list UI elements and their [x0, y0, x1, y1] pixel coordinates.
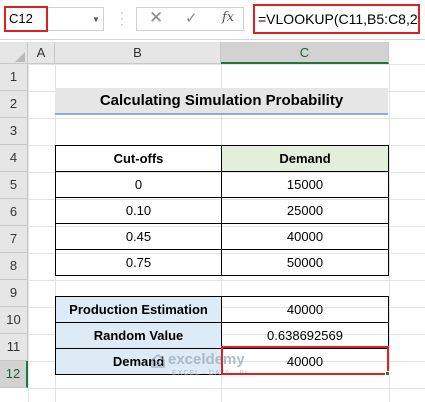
chevron-down-icon[interactable]: ▼ [92, 15, 100, 24]
row-header-4[interactable]: 4 [0, 145, 28, 172]
row-header-1[interactable]: 1 [0, 64, 28, 91]
table-cell[interactable]: 0 [55, 171, 222, 198]
table-header-demand[interactable]: Demand [221, 145, 389, 172]
table-cell[interactable]: 15000 [221, 171, 389, 198]
drag-handle-icon[interactable]: · · · [120, 6, 124, 30]
row-header-6[interactable]: 6 [0, 199, 28, 226]
select-all-triangle-icon [15, 52, 25, 62]
active-cell-highlight [221, 346, 389, 375]
row-header-10[interactable]: 10 [0, 307, 28, 334]
table-header-cutoffs[interactable]: Cut-offs [55, 145, 222, 172]
table-cell[interactable]: 40000 [221, 223, 389, 250]
label-random-value[interactable]: Random Value [55, 322, 222, 349]
gridline [389, 64, 390, 402]
column-header-c[interactable]: C [221, 42, 389, 64]
row-header-5[interactable]: 5 [0, 172, 28, 199]
formula-bar: C12 ▼ · · · ✕ ✓ fx =VLOOKUP(C11,B5:C8,2) [0, 0, 425, 40]
column-header-b[interactable]: B [55, 42, 221, 64]
check-icon[interactable]: ✓ [185, 9, 198, 27]
table-cell[interactable]: 25000 [221, 197, 389, 224]
name-box[interactable]: C12 [4, 6, 48, 32]
close-icon[interactable]: ✕ [149, 8, 163, 28]
row-header-3[interactable]: 3 [0, 118, 28, 145]
row-header-2[interactable]: 2 [0, 91, 28, 118]
table-cell[interactable]: 0.10 [55, 197, 222, 224]
row-header-11[interactable]: 11 [0, 334, 28, 361]
value-production-estimation[interactable]: 40000 [221, 296, 389, 323]
table-cell[interactable]: 0.75 [55, 249, 222, 276]
insert-function-icon[interactable]: fx [222, 10, 234, 25]
fill-handle[interactable] [385, 371, 390, 376]
table-cell[interactable]: 50000 [221, 249, 389, 276]
watermark-logo: exceldemy EXCEL · DATA · BI [150, 351, 247, 377]
sheet-title[interactable]: Calculating Simulation Probability [55, 88, 388, 115]
row-header-8[interactable]: 8 [0, 253, 28, 280]
row-header-12[interactable]: 12 [0, 361, 28, 388]
formula-input[interactable]: =VLOOKUP(C11,B5:C8,2) [253, 4, 420, 34]
exceldemy-logo-icon [151, 353, 165, 368]
label-production-estimation[interactable]: Production Estimation [55, 296, 222, 323]
row-header-9[interactable]: 9 [0, 280, 28, 307]
row-header-7[interactable]: 7 [0, 226, 28, 253]
table-cell[interactable]: 0.45 [55, 223, 222, 250]
value-random-value[interactable]: 0.638692569 [221, 322, 389, 349]
column-header-a[interactable]: A [28, 42, 55, 64]
